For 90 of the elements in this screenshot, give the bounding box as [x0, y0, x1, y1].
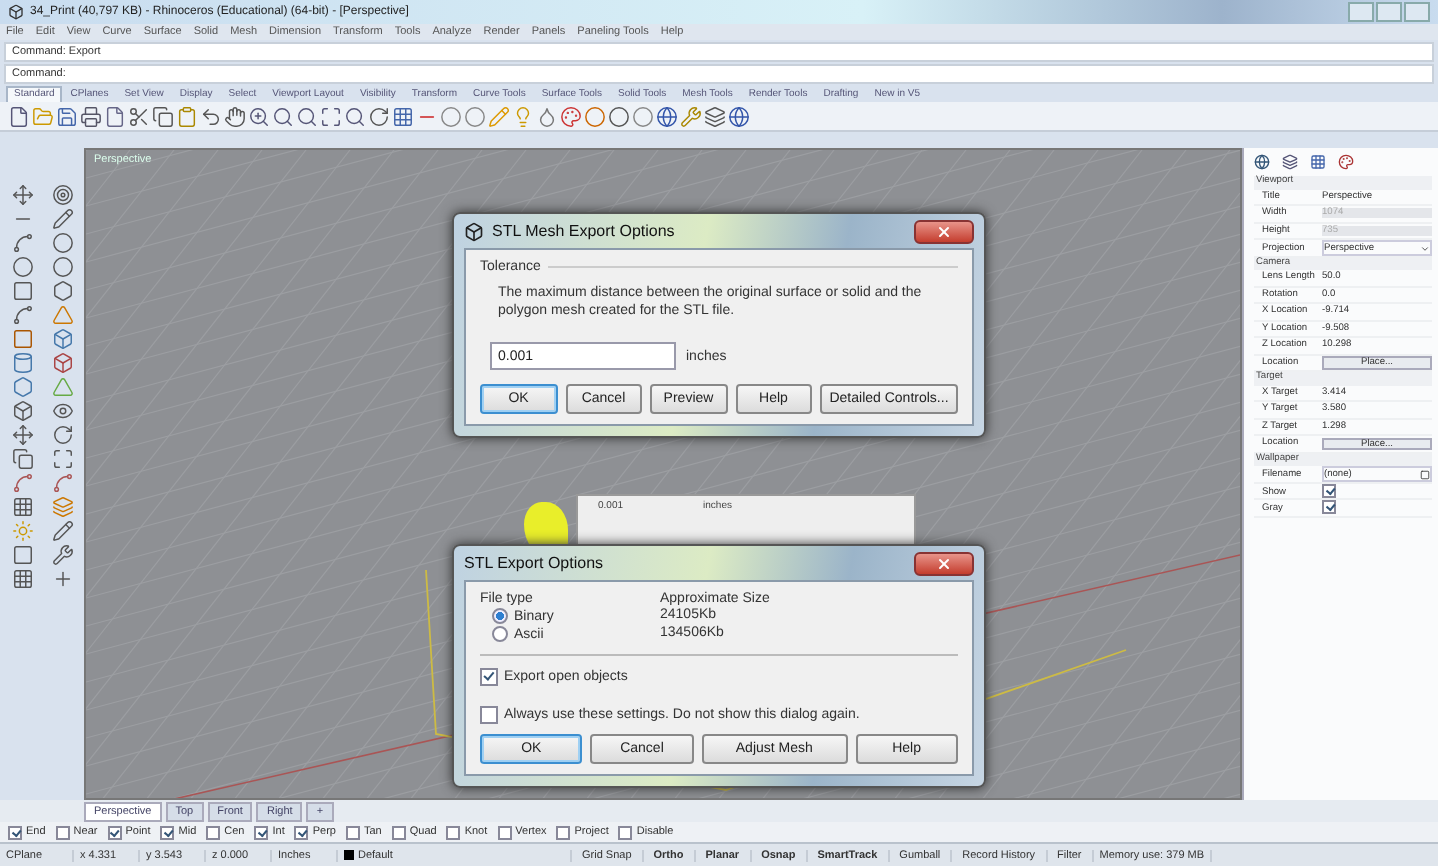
radio-button[interactable] — [492, 626, 508, 642]
arc-icon[interactable] — [51, 256, 73, 278]
scale-icon[interactable] — [51, 448, 73, 470]
checkbox[interactable] — [8, 825, 22, 839]
grid-icon[interactable] — [392, 105, 414, 127]
palette-icon[interactable] — [560, 105, 582, 127]
app-icon — [8, 4, 24, 20]
checkbox[interactable] — [206, 825, 221, 839]
grid-icon[interactable] — [1310, 154, 1326, 170]
hand-icon[interactable] — [224, 105, 246, 127]
mesh-icon[interactable] — [11, 376, 33, 398]
box-icon[interactable] — [51, 328, 73, 350]
browse-icon[interactable] — [1420, 469, 1430, 479]
circle-icon[interactable] — [51, 232, 73, 254]
close-button[interactable] — [914, 551, 974, 575]
zoom-icon[interactable] — [296, 105, 318, 127]
circle-icon[interactable] — [440, 105, 462, 127]
zoom-extents-icon[interactable] — [320, 105, 342, 127]
new-file-icon[interactable] — [8, 105, 30, 127]
dimension-icon[interactable] — [11, 544, 33, 566]
curve-icon[interactable] — [51, 472, 73, 494]
checkbox[interactable] — [160, 825, 175, 839]
save-icon[interactable] — [56, 105, 78, 127]
sphere-icon[interactable] — [584, 105, 606, 127]
checkbox[interactable] — [294, 825, 309, 839]
curve-icon[interactable] — [11, 472, 33, 494]
rotate-icon[interactable] — [51, 424, 73, 446]
copy-icon[interactable] — [11, 448, 33, 470]
globe-icon[interactable] — [1254, 154, 1270, 170]
polygon-icon[interactable] — [51, 280, 73, 302]
globe-icon[interactable] — [656, 105, 678, 127]
zoom-icon[interactable] — [344, 105, 366, 127]
sphere-icon[interactable] — [608, 105, 630, 127]
wrench-icon[interactable] — [680, 105, 702, 127]
cylinder-icon[interactable] — [11, 352, 33, 374]
view-icon[interactable] — [51, 400, 73, 422]
dialog-title: STL Mesh Export Options — [492, 222, 675, 240]
checkbox[interactable] — [497, 825, 512, 839]
curve-icon[interactable] — [11, 232, 33, 254]
palette-icon[interactable] — [1338, 154, 1354, 170]
box-icon[interactable] — [11, 400, 33, 422]
polyline-icon[interactable] — [51, 208, 73, 230]
grid-icon[interactable] — [11, 568, 33, 590]
help-icon[interactable] — [728, 105, 750, 127]
caret-icon — [1420, 243, 1430, 253]
drop-icon[interactable] — [536, 105, 558, 127]
surface-icon[interactable] — [11, 328, 33, 350]
checkbox[interactable] — [556, 825, 571, 839]
rectangle-icon[interactable] — [11, 280, 33, 302]
curve-icon[interactable] — [11, 304, 33, 326]
array-icon[interactable] — [11, 496, 33, 518]
zoom-icon[interactable] — [272, 105, 294, 127]
zoom-in-icon[interactable] — [248, 105, 270, 127]
close-button[interactable] — [914, 219, 974, 243]
checkbox[interactable] — [254, 825, 269, 839]
copy-icon[interactable] — [152, 105, 174, 127]
sphere-icon[interactable] — [632, 105, 654, 127]
undo-icon[interactable] — [200, 105, 222, 127]
checkbox[interactable] — [480, 668, 498, 686]
document-icon[interactable] — [104, 105, 126, 127]
radio-button[interactable] — [492, 608, 508, 624]
add-icon[interactable] — [51, 568, 73, 590]
layer-swatch — [344, 850, 354, 860]
checkbox[interactable] — [55, 825, 70, 839]
checkbox[interactable] — [391, 825, 406, 839]
rotate-icon[interactable] — [368, 105, 390, 127]
checkbox[interactable] — [480, 706, 498, 724]
text-icon[interactable] — [51, 520, 73, 542]
close-icon — [936, 555, 952, 571]
layers-icon[interactable] — [704, 105, 726, 127]
clipboard-icon[interactable] — [176, 105, 198, 127]
move-icon[interactable] — [11, 424, 33, 446]
cut-icon[interactable] — [128, 105, 150, 127]
checkbox[interactable] — [618, 825, 633, 839]
checkbox[interactable] — [446, 825, 461, 839]
checkbox[interactable] — [345, 825, 360, 839]
circle-icon[interactable] — [464, 105, 486, 127]
ellipse-icon[interactable] — [11, 256, 33, 278]
checkbox[interactable] — [1322, 500, 1336, 514]
select-icon[interactable] — [11, 184, 33, 206]
checkbox[interactable] — [107, 825, 122, 839]
solid-icon[interactable] — [51, 352, 73, 374]
wrench-icon[interactable] — [51, 544, 73, 566]
surface-icon[interactable] — [51, 304, 73, 326]
print-icon[interactable] — [80, 105, 102, 127]
dialog-icon — [464, 221, 484, 241]
close-icon — [936, 223, 952, 239]
dialog-title: STL Export Options — [464, 554, 604, 572]
point-icon[interactable] — [51, 184, 73, 206]
layers-icon[interactable] — [1282, 154, 1298, 170]
